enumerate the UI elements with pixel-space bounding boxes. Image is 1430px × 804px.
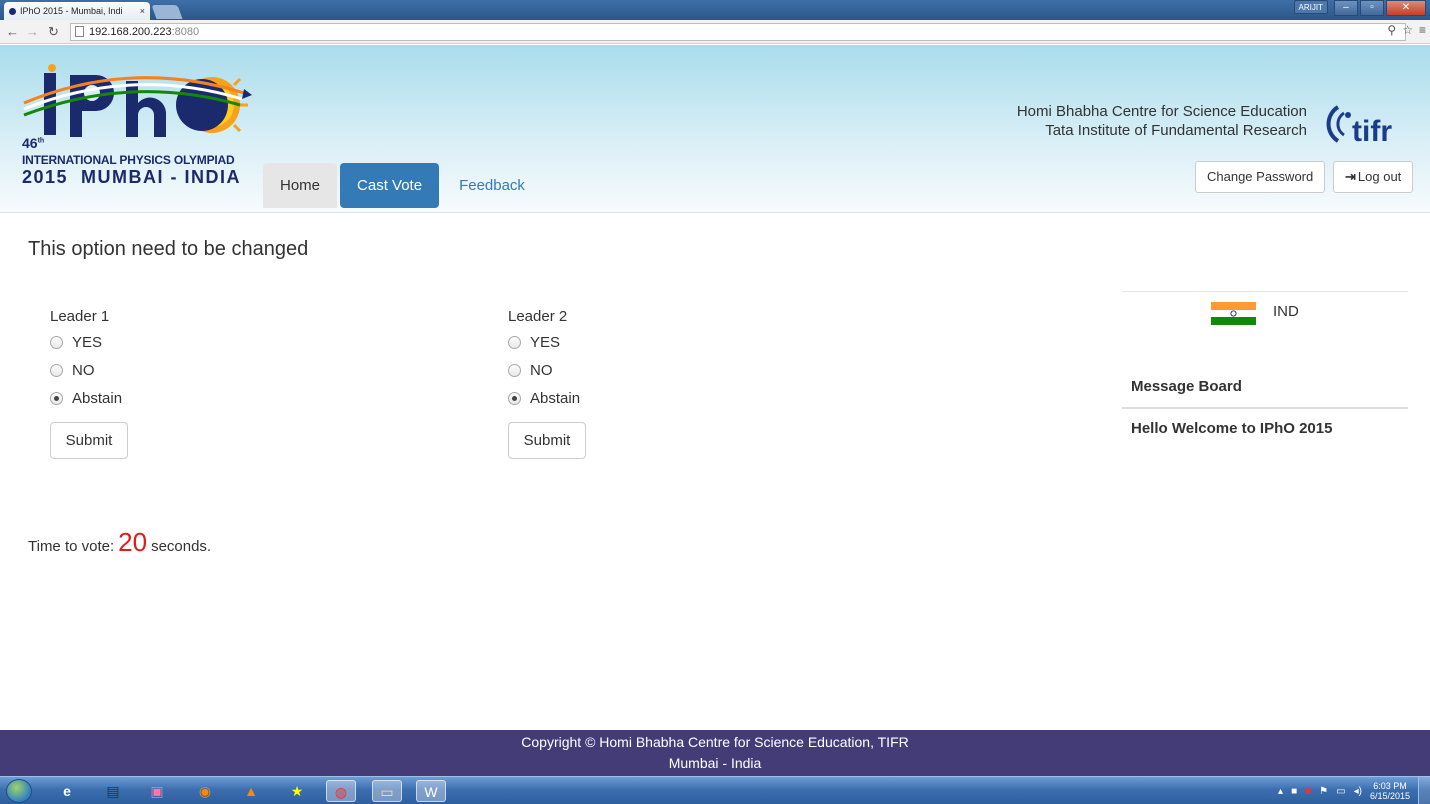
sidebar-divider — [1122, 291, 1408, 292]
message-board-title: Message Board — [1131, 378, 1242, 395]
address-tools: ⚲ ☆ ≡ — [1387, 23, 1426, 37]
media-taskbar-icon[interactable]: ▣ — [142, 780, 172, 802]
chrome-taskbar-icon[interactable]: ◍ — [326, 780, 356, 802]
leader1-submit-button[interactable]: Submit — [50, 422, 128, 459]
url-host: 192.168.200.223 — [89, 26, 172, 38]
vote-timer: Time to vote: 20 seconds. — [28, 527, 211, 558]
logout-button[interactable]: ⇥ Log out — [1333, 161, 1414, 193]
app-taskbar-icon[interactable]: ★ — [282, 780, 312, 802]
timer-suffix: seconds. — [151, 538, 212, 555]
leader1-option-yes[interactable]: YES — [50, 328, 250, 356]
page-icon — [75, 26, 84, 37]
leader2-label: Leader 2 — [508, 308, 568, 325]
browser-tab[interactable]: IPhO 2015 - Mumbai, Indi × — [4, 2, 150, 20]
logout-icon: ⇥ — [1345, 169, 1356, 184]
address-bar: ← → ↻ 192.168.200.223:8080 ⚲ ☆ ≡ — [0, 20, 1430, 44]
browser-titlebar: IPhO 2015 - Mumbai, Indi × ARIJIT – ▫ ✕ — [0, 0, 1430, 20]
word-taskbar-icon[interactable]: W — [416, 780, 446, 802]
footer-copyright: Copyright © Homi Bhabha Centre for Scien… — [521, 734, 909, 750]
message-board-message: Hello Welcome to IPhO 2015 — [1131, 420, 1333, 437]
window-user-badge: ARIJIT — [1293, 0, 1328, 14]
institute-name: Homi Bhabha Centre for Science Education… — [1017, 102, 1307, 140]
minimize-button[interactable]: – — [1334, 0, 1358, 16]
logo-title: INTERNATIONAL PHYSICS OLYMPIAD — [22, 153, 235, 167]
menu-icon[interactable]: ≡ — [1419, 23, 1426, 37]
page-title: This option need to be changed — [28, 238, 309, 260]
country-code: IND — [1273, 303, 1299, 320]
reload-icon[interactable]: ↻ — [48, 24, 59, 40]
leader1-option-no[interactable]: NO — [50, 356, 250, 384]
institute-line1: Homi Bhabha Centre for Science Education — [1016, 103, 1307, 120]
tray-windows-icon[interactable]: ■ — [1291, 786, 1297, 797]
leader2-option-abstain[interactable]: Abstain — [508, 384, 708, 412]
notes-taskbar-icon[interactable]: ▭ — [372, 780, 402, 802]
back-icon[interactable]: ← — [6, 24, 19, 39]
bookmark-star-icon[interactable]: ☆ — [1402, 23, 1413, 37]
page-footer: Copyright © Homi Bhabha Centre for Scien… — [0, 730, 1430, 776]
institute-line2: Tata Institute of Fundamental Research — [1045, 122, 1307, 139]
india-flag-icon — [1211, 302, 1256, 325]
leader2-option-yes[interactable]: YES — [508, 328, 708, 356]
footer-location: Mumbai - India — [668, 755, 762, 771]
leader1-radio-no[interactable] — [50, 363, 63, 377]
leader2-vote-group: Leader 2 YES NO Abstain Submit — [508, 308, 708, 459]
windows-taskbar: e ▤ ▣ ◉ ▲ ★ ◍ ▭ W ▴ ■ ◙ ⚑ ▭ ◂) 6:03 PM 6… — [0, 776, 1430, 804]
leader2-radio-yes[interactable] — [508, 335, 521, 349]
system-clock[interactable]: 6:03 PM 6/15/2015 — [1370, 781, 1410, 801]
forward-icon[interactable]: → — [26, 24, 39, 39]
nav-feedback[interactable]: Feedback — [442, 163, 542, 208]
message-board-divider — [1122, 407, 1408, 409]
show-desktop-button[interactable] — [1418, 777, 1430, 804]
close-window-button[interactable]: ✕ — [1386, 0, 1426, 16]
zoom-icon[interactable]: ⚲ — [1387, 23, 1396, 37]
start-button[interactable] — [6, 779, 32, 803]
firefox-taskbar-icon[interactable]: ◉ — [190, 780, 220, 802]
tab-title: IPhO 2015 - Mumbai, Indi — [20, 6, 123, 16]
logo-subtitle: 2015 MUMBAI - INDIA — [22, 167, 242, 187]
maximize-button[interactable]: ▫ — [1360, 0, 1384, 16]
tab-close-icon[interactable]: × — [140, 2, 145, 20]
leader1-radio-abstain[interactable] — [50, 391, 63, 405]
vlc-taskbar-icon[interactable]: ▲ — [236, 780, 266, 802]
leader1-label: Leader 1 — [50, 308, 110, 325]
new-tab-button[interactable] — [151, 5, 183, 19]
leader2-radio-no[interactable] — [508, 363, 521, 377]
nav-cast-vote[interactable]: Cast Vote — [340, 163, 440, 208]
leader2-radio-abstain[interactable] — [508, 391, 521, 405]
url-port: :8080 — [171, 26, 200, 38]
explorer-taskbar-icon[interactable]: ▤ — [98, 780, 128, 802]
ipho-logo-graphic — [23, 64, 252, 137]
tray-flag-icon[interactable]: ⚑ — [1319, 786, 1328, 797]
tray-app-icon[interactable]: ◙ — [1305, 786, 1311, 797]
leader1-radio-yes[interactable] — [50, 335, 63, 349]
tray-network-icon[interactable]: ▭ — [1336, 786, 1345, 797]
logo-edition: 46th — [22, 135, 45, 151]
timer-value: 20 — [118, 527, 148, 557]
ie-taskbar-icon[interactable]: e — [52, 780, 82, 802]
url-input[interactable]: 192.168.200.223:8080 — [70, 23, 1406, 41]
leader1-option-abstain[interactable]: Abstain — [50, 384, 250, 412]
svg-text:tifr: tifr — [1352, 115, 1392, 147]
ipho-logo: 46th INTERNATIONAL PHYSICS OLYMPIAD 2015… — [22, 63, 252, 193]
system-tray: ▴ ■ ◙ ⚑ ▭ ◂) 6:03 PM 6/15/2015 — [1278, 781, 1410, 801]
leader2-option-no[interactable]: NO — [508, 356, 708, 384]
window-controls: ARIJIT – ▫ ✕ — [1293, 0, 1426, 16]
tifr-logo: tifr — [1326, 105, 1392, 147]
page-header: 46th INTERNATIONAL PHYSICS OLYMPIAD 2015… — [0, 45, 1430, 213]
main-nav: Home Cast Vote Feedback — [263, 163, 542, 208]
favicon-icon — [9, 8, 16, 15]
leader1-vote-group: Leader 1 YES NO Abstain Submit — [50, 308, 250, 459]
leader2-submit-button[interactable]: Submit — [508, 422, 586, 459]
tray-volume-icon[interactable]: ◂) — [1354, 786, 1362, 797]
change-password-button[interactable]: Change Password — [1195, 161, 1326, 193]
timer-prefix: Time to vote: — [28, 538, 115, 555]
nav-home[interactable]: Home — [263, 163, 338, 208]
logout-label: Log out — [1357, 169, 1402, 184]
tray-expand-icon[interactable]: ▴ — [1278, 786, 1283, 797]
